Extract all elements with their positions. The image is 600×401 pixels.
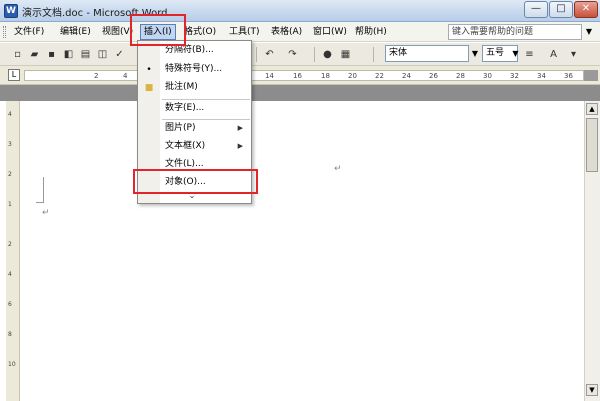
- ruler-number: 26: [429, 72, 438, 80]
- font-name-select[interactable]: 宋体: [385, 45, 469, 62]
- menu-item-label: 数字(E)...: [165, 103, 205, 113]
- redo-icon[interactable]: ↷: [285, 47, 300, 62]
- vruler-number: 10: [8, 361, 16, 368]
- size-dropdown-icon[interactable]: ▼: [511, 46, 520, 61]
- menu-item-label: 文件(L)...: [165, 159, 204, 169]
- vruler-number: 3: [8, 141, 12, 148]
- menu-file[interactable]: 文件(F): [11, 25, 47, 40]
- ruler-number: 36: [564, 72, 573, 80]
- ruler-right-margin: [584, 70, 598, 81]
- print-preview-icon[interactable]: ◫: [95, 47, 110, 62]
- font-color-dropdown-icon[interactable]: ▾: [566, 47, 581, 62]
- submenu-arrow-icon: ▶: [237, 124, 243, 132]
- paragraph-mark: ↵: [42, 208, 50, 218]
- margin-corner-mark: [36, 177, 44, 203]
- menu-item-comment[interactable]: ■ 批注(M): [138, 79, 251, 96]
- spelling-icon[interactable]: ✓: [112, 47, 127, 62]
- bullet-icon: •: [146, 65, 152, 75]
- minimize-button[interactable]: —: [524, 1, 548, 18]
- menu-item-textbox[interactable]: 文本框(X) ▶: [138, 138, 251, 155]
- ruler-strip[interactable]: 2 4 6 8 10 12 14 16 18 20 22 24 26 28 30…: [24, 70, 584, 81]
- submenu-arrow-icon: ▶: [237, 142, 243, 150]
- menu-tools[interactable]: 工具(T): [226, 25, 263, 40]
- ruler-number: 4: [123, 72, 128, 80]
- ruler-number: 20: [348, 72, 357, 80]
- vruler-number: 2: [8, 241, 12, 248]
- page-top-gray-band: [0, 85, 600, 101]
- vruler-number: 8: [8, 331, 12, 338]
- horizontal-ruler: L 2 4 6 8 10 12 14 16 18 20 22 24 26 28 …: [0, 66, 600, 85]
- highlight-insert-menu: [130, 14, 186, 46]
- menu-item-label: 分隔符(B)...: [165, 45, 214, 55]
- ruler-number: 24: [402, 72, 411, 80]
- vertical-ruler[interactable]: 4 3 2 1 2 4 6 8 10: [6, 101, 20, 401]
- menu-window[interactable]: 窗口(W): [310, 25, 350, 40]
- menu-help[interactable]: 帮助(H): [352, 25, 390, 40]
- menubar-grip[interactable]: [3, 26, 6, 38]
- ruler-number: 18: [321, 72, 330, 80]
- vruler-number: 4: [8, 271, 12, 278]
- font-color-icon[interactable]: A: [546, 47, 561, 62]
- menu-item-label: 批注(M): [165, 82, 198, 92]
- new-document-icon[interactable]: ▫: [10, 47, 25, 62]
- toolbar-separator: [314, 47, 315, 62]
- vruler-number: 6: [8, 301, 12, 308]
- menu-item-number[interactable]: 数字(E)...: [138, 100, 251, 117]
- ruler-number: 30: [483, 72, 492, 80]
- ruler-number: 14: [265, 72, 274, 80]
- close-button[interactable]: ✕: [574, 1, 598, 18]
- scroll-up-button[interactable]: ▲: [586, 103, 598, 115]
- scroll-thumb[interactable]: [586, 118, 598, 172]
- menu-item-label: 特殊符号(Y)...: [165, 64, 223, 74]
- print-icon[interactable]: ▤: [78, 47, 93, 62]
- ruler-number: 22: [375, 72, 384, 80]
- menu-item-label: 图片(P): [165, 123, 196, 133]
- maximize-button[interactable]: □: [549, 1, 573, 18]
- ruler-number: 28: [456, 72, 465, 80]
- font-dropdown-icon[interactable]: ▼: [470, 46, 480, 61]
- folder-icon: ■: [144, 83, 154, 93]
- menu-item-label: 文本框(X): [165, 141, 206, 151]
- tab-selector[interactable]: L: [8, 69, 20, 81]
- toolbar-separator: [373, 47, 374, 62]
- insert-hyperlink-icon[interactable]: ●: [320, 47, 335, 62]
- save-icon[interactable]: ▪: [44, 47, 59, 62]
- menu-edit[interactable]: 编辑(E): [57, 25, 94, 40]
- undo-icon[interactable]: ↶: [262, 47, 277, 62]
- paragraph-mark: ↵: [334, 164, 342, 174]
- help-dropdown-icon[interactable]: ▼: [584, 26, 594, 38]
- vruler-number: 2: [8, 171, 12, 178]
- ruler-number: 16: [293, 72, 302, 80]
- document-page[interactable]: [22, 101, 582, 401]
- permission-icon[interactable]: ◧: [61, 47, 76, 62]
- menu-item-picture[interactable]: 图片(P) ▶: [138, 120, 251, 137]
- highlight-object-item: [133, 169, 258, 194]
- align-justify-icon[interactable]: ≡: [522, 47, 537, 62]
- menu-format[interactable]: 格式(O): [181, 25, 219, 40]
- ruler-number: 2: [94, 72, 99, 80]
- menu-table[interactable]: 表格(A): [268, 25, 305, 40]
- tables-borders-icon[interactable]: ▦: [338, 47, 353, 62]
- open-folder-icon[interactable]: ▰: [27, 47, 42, 62]
- help-question-input[interactable]: 键入需要帮助的问题: [448, 24, 582, 40]
- menu-item-special-symbol[interactable]: • 特殊符号(Y)...: [138, 61, 251, 78]
- vruler-number: 4: [8, 111, 12, 118]
- title-bar: W 演示文档.doc - Microsoft Word — □ ✕: [0, 0, 600, 22]
- ruler-number: 34: [537, 72, 546, 80]
- toolbar-separator: [256, 47, 257, 62]
- vruler-number: 1: [8, 201, 12, 208]
- scroll-down-button[interactable]: ▼: [586, 384, 598, 396]
- word-app-icon[interactable]: W: [4, 4, 18, 18]
- ruler-number: 32: [510, 72, 519, 80]
